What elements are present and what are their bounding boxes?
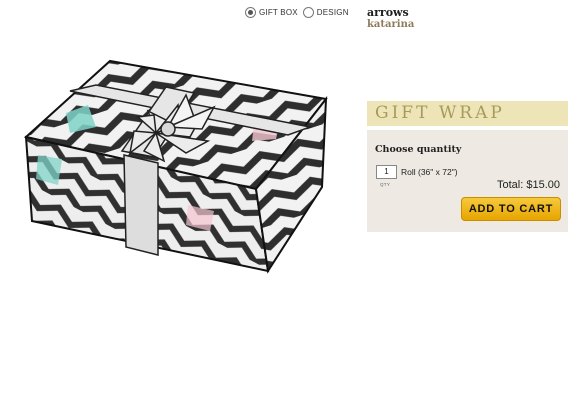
purchase-panel: Choose quantity 1 QTY Roll (36" x 72") T… [367, 130, 568, 232]
design-label[interactable]: DESIGN [317, 8, 349, 17]
choose-quantity-label: Choose quantity [375, 144, 462, 155]
designer-name: katarina [367, 19, 415, 30]
quantity-input[interactable]: 1 [376, 165, 397, 179]
ribbon-vertical-front [123, 154, 159, 256]
gift-box-label[interactable]: GIFT BOX [259, 8, 298, 17]
roll-size-label: Roll (36" x 72") [401, 167, 458, 177]
quantity-caption: QTY [380, 182, 391, 187]
product-name: arrows [367, 6, 409, 19]
add-to-cart-button[interactable]: ADD TO CART [461, 197, 561, 221]
total-price: Total: $15.00 [497, 179, 560, 191]
design-radio[interactable] [302, 7, 314, 18]
gift-wrap-heading-band: GIFT WRAP [367, 101, 568, 126]
gift-wrap-heading: GIFT WRAP [375, 103, 505, 123]
view-toggle: GIFT BOX DESIGN [245, 7, 354, 18]
gift-box-radio[interactable] [245, 7, 256, 18]
design-radio-option[interactable]: DESIGN [302, 7, 349, 18]
gift-box-image [23, 59, 328, 274]
gift-box-radio-option[interactable]: GIFT BOX [245, 7, 298, 18]
